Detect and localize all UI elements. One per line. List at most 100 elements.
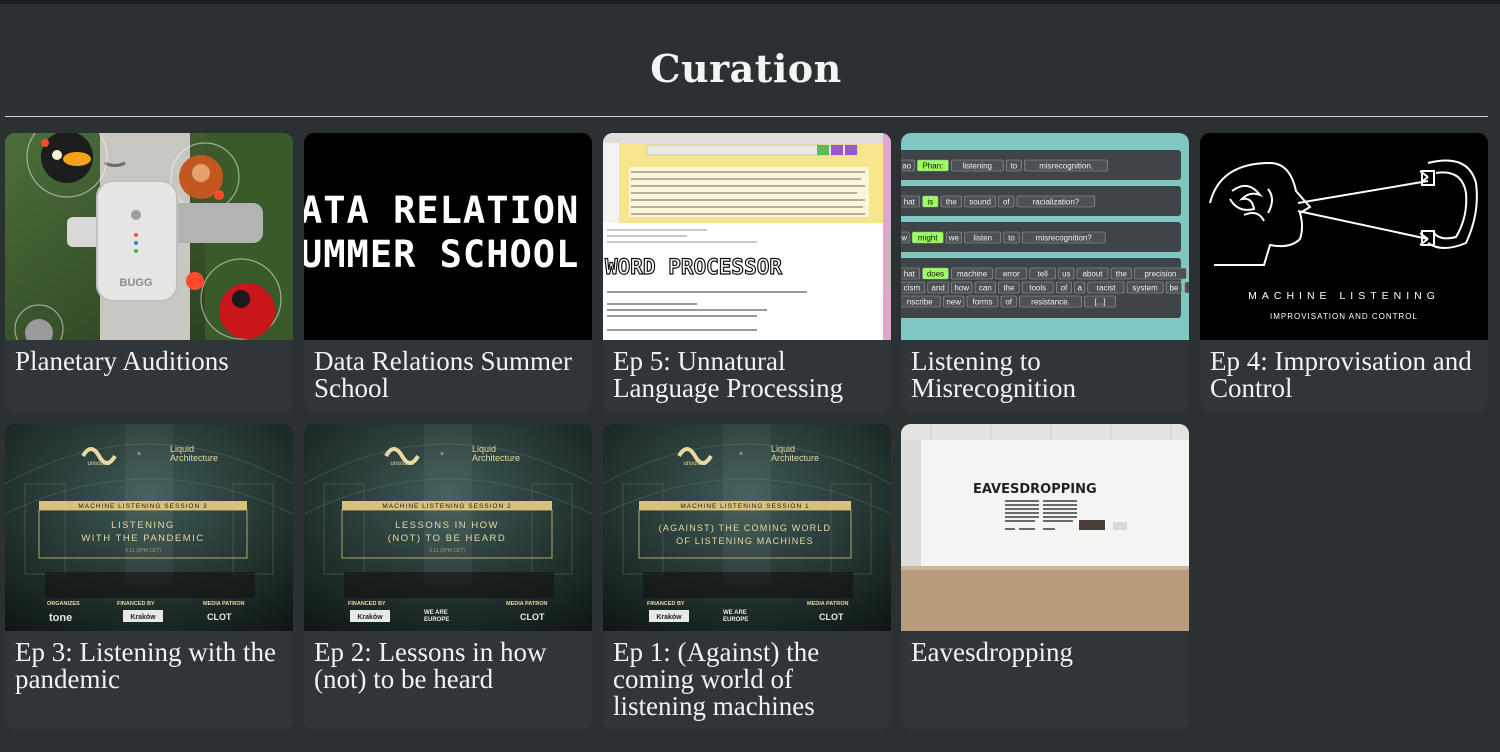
word-chip-text: how	[954, 284, 969, 293]
liquid-architecture-logo-2: Architecture	[170, 453, 218, 463]
we-are-europe-logo: WE ARE	[424, 610, 448, 616]
word-chip-text: tell	[1038, 270, 1048, 279]
unsound-logo: unsound	[390, 461, 413, 467]
media-patron-label: MEDIA PATRON	[203, 601, 244, 607]
word-chip-text: of	[1005, 298, 1012, 307]
word-chip-text: about	[1082, 270, 1103, 279]
card-title: Ep 3: Listening with the pandemic	[15, 637, 276, 694]
word-chip-text: misrecognition?	[1036, 234, 1093, 243]
card-thumbnail: MACHINE LISTENING IMPROVISATION AND CONT…	[1200, 133, 1488, 340]
x-mark: ×	[137, 451, 141, 458]
word-chip-text: ao	[902, 162, 911, 171]
organizes-label: ORGANIZES	[47, 601, 80, 607]
word-chip-text: new	[946, 298, 961, 307]
financed-by-label: FINANCED BY	[647, 601, 685, 607]
financed-by-label: FINANCED BY	[348, 601, 386, 607]
wall-title: EAVESDROPPING	[973, 482, 1097, 497]
card-ep5-unnatural-language-processing[interactable]: WORD PROCESSOR Ep 5: Unnatural Language …	[603, 133, 891, 412]
card-listening-to-misrecognition[interactable]: ao Phan: listening to misrecognition. hat is th…	[901, 133, 1189, 412]
thumb-line-1: (AGAINST) THE COMING WORLD	[659, 523, 832, 533]
word-chip-text: of	[1003, 198, 1010, 207]
x-mark: ×	[440, 451, 444, 458]
word-chip-text: listen	[973, 234, 992, 243]
word-chip-text: cism	[904, 284, 921, 293]
thumb-line-2: WITH THE PANDEMIC	[81, 533, 204, 544]
thumb-line-2: IMPROVISATION AND CONTROL	[1270, 312, 1418, 321]
clot-logo: CLOT	[207, 612, 232, 622]
word-chip-text: can	[979, 284, 992, 293]
card-ep4-improvisation-and-control[interactable]: MACHINE LISTENING IMPROVISATION AND CONT…	[1200, 133, 1488, 412]
card-ep3-listening-with-the-pandemic[interactable]: unsound × Liquid Architecture MACHINE LI…	[5, 424, 293, 730]
we-are-europe-logo: WE ARE	[723, 610, 747, 616]
word-chip-text: error	[1003, 270, 1020, 279]
unsound-logo: unsound	[683, 461, 706, 467]
word-chip-text: hat	[904, 270, 916, 279]
thumb-line-2: UMMER SCHOOL	[304, 233, 579, 276]
word-chip-text: to	[1008, 234, 1015, 243]
card-title: Ep 2: Lessons in how (not) to be heard	[314, 637, 547, 694]
x-mark: ×	[739, 451, 743, 458]
krakow-logo: Kraków	[357, 614, 383, 621]
page-title: Curation	[650, 46, 842, 91]
top-bar	[0, 0, 1500, 4]
thumb-line-1: ATA RELATION	[304, 189, 579, 232]
card-thumbnail: BUGG	[5, 133, 293, 340]
word-chip-text: the	[946, 198, 958, 207]
thumb-line-2: OF LISTENING MACHINES	[676, 536, 814, 546]
word-chip-text: system	[1132, 284, 1158, 293]
krakow-logo: Kraków	[130, 614, 156, 621]
card-title: Ep 1: (Against) the coming world of list…	[613, 637, 820, 721]
card-ep1-against-the-coming-world[interactable]: unsound × Liquid Architecture MACHINE LI…	[603, 424, 891, 730]
card-title: Ep 5: Unnatural Language Processing	[613, 346, 844, 403]
card-title: Eavesdropping	[911, 637, 1073, 667]
thumb-line-1: LESSONS IN HOW	[395, 520, 499, 531]
tone-logo: tone	[49, 612, 72, 624]
thumb-line-2: (NOT) TO BE HEARD	[388, 533, 507, 544]
krakow-logo: Kraków	[656, 614, 682, 621]
unsound-logo: unsound	[87, 461, 110, 467]
card-thumbnail: WORD PROCESSOR	[603, 133, 891, 340]
word-chip-text: the	[1003, 284, 1015, 293]
financed-by-label: FINANCED BY	[117, 601, 155, 607]
word-chip-text: machine	[957, 270, 988, 279]
media-patron-label: MEDIA PATRON	[506, 601, 547, 607]
thumb-line-1: LISTENING	[111, 520, 175, 531]
clot-logo: CLOT	[819, 612, 844, 622]
card-title: Listening to Misrecognition	[911, 346, 1076, 403]
thumb-banner: WORD PROCESSOR	[605, 255, 782, 279]
session-label: MACHINE LISTENING SESSION 2	[382, 503, 511, 510]
word-chip-text: forms	[973, 298, 993, 307]
card-ep2-lessons-in-how-not-to-be-heard[interactable]: unsound × Liquid Architecture MACHINE LI…	[304, 424, 592, 730]
word-chip-text: w	[901, 234, 907, 243]
word-chip-text: listening	[963, 162, 992, 171]
word-chip-text: tools	[1029, 284, 1046, 293]
word-chip-text: nscribe	[907, 298, 933, 307]
word-chip-text: we	[948, 234, 960, 243]
card-planetary-auditions[interactable]: BUGG Planetary Auditions	[5, 133, 293, 412]
we-are-europe-logo-2: EUROPE	[424, 617, 449, 623]
clot-logo: CLOT	[520, 612, 545, 622]
word-chip-text: and	[931, 284, 944, 293]
session-label: MACHINE LISTENING SESSION 3	[78, 503, 207, 510]
word-chip-text: a	[1077, 284, 1082, 293]
card-title: Planetary Auditions	[15, 346, 229, 376]
card-data-relations-summer-school[interactable]: ATA RELATION UMMER SCHOOL Data Relations…	[304, 133, 592, 412]
card-thumbnail: unsound × Liquid Architecture MACHINE LI…	[603, 424, 891, 631]
we-are-europe-logo-2: EUROPE	[723, 617, 748, 623]
card-thumbnail: ao Phan: listening to misrecognition. hat is th…	[901, 133, 1189, 340]
word-chip-text: racist	[1096, 284, 1116, 293]
session-date: 3.11 (3PM CET)	[429, 548, 465, 554]
liquid-architecture-logo-2: Architecture	[472, 453, 520, 463]
card-thumbnail: unsound × Liquid Architecture MACHINE LI…	[304, 424, 592, 631]
media-patron-label: MEDIA PATRON	[807, 601, 848, 607]
word-chip-text: might	[918, 234, 938, 243]
session-label: MACHINE LISTENING SESSION 1	[680, 503, 809, 510]
word-chip-text: to	[1011, 162, 1018, 171]
word-chip-text: sound	[969, 198, 991, 207]
word-chip-text: Phan:	[922, 162, 943, 171]
word-chip-text: racialization?	[1033, 198, 1080, 207]
thumb-line-1: MACHINE LISTENING	[1248, 290, 1440, 302]
bugg-logo-text: BUGG	[120, 277, 153, 289]
card-eavesdropping[interactable]: EAVESDROPPING Eavesdropping	[901, 424, 1189, 730]
word-chip-text: is	[927, 198, 933, 207]
